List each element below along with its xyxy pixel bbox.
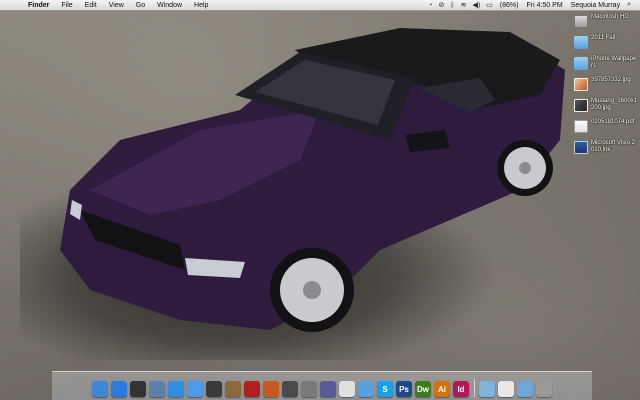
dreamweaver-icon[interactable]: Dw [415, 381, 431, 397]
desktop-item-2011-fall[interactable]: 2011 Fall [572, 35, 638, 54]
image-file-icon [574, 99, 588, 112]
desktop-item-label: Mustang_1600x1200.jpg [591, 98, 638, 111]
applications-folder-icon[interactable] [479, 381, 495, 397]
volume-icon[interactable]: ◀) [469, 1, 483, 9]
sync-icon[interactable]: ⊘ [435, 1, 447, 9]
skype-icon[interactable]: S [377, 381, 393, 397]
desktop-item-mustang-jpg[interactable]: Mustang_1600x1200.jpg [572, 98, 638, 117]
dock-separator [473, 379, 475, 397]
address-book-icon[interactable] [225, 381, 241, 397]
trash-icon[interactable] [536, 381, 552, 397]
desktop-wallpaper [0, 0, 640, 400]
desktop-item-macintosh-hd[interactable]: Macintosh HD [572, 14, 638, 33]
menu-go[interactable]: Go [130, 0, 151, 11]
battery-icon[interactable]: ▭ [483, 1, 496, 9]
visio-shortcut-icon [574, 141, 588, 154]
illustrator-icon[interactable]: Ai [434, 381, 450, 397]
photoshop-brush-icon[interactable] [320, 381, 336, 397]
itunes-icon[interactable] [358, 381, 374, 397]
pdf-file-icon [574, 120, 588, 133]
app-store-icon[interactable] [111, 381, 127, 397]
menu-clock[interactable]: Fri 4:50 PM [522, 2, 566, 9]
menu-edit[interactable]: Edit [79, 0, 103, 11]
desktop-item-label: 0205181074.pdf [591, 119, 635, 125]
search-icon[interactable]: ⌕ [624, 1, 634, 9]
hard-drive-icon [574, 15, 588, 28]
bluetooth-icon[interactable]: ᛒ [447, 2, 457, 9]
facetime-icon[interactable] [206, 381, 222, 397]
battery-percent: (86%) [499, 1, 519, 9]
desktop-icons: Macintosh HD 2011 Fall iPhone Wallpapers… [572, 14, 638, 161]
user-name[interactable]: Sequoia Murray [567, 2, 624, 9]
preview-icon[interactable] [149, 381, 165, 397]
folder-icon [574, 57, 588, 70]
time-machine-icon[interactable] [301, 381, 317, 397]
menu-window[interactable]: Window [151, 0, 188, 11]
photoshop-icon[interactable]: Ps [396, 381, 412, 397]
dock: S Ps Dw Ai Id [52, 371, 592, 400]
desktop-item-label: Macintosh HD [591, 14, 629, 20]
finder-icon[interactable] [92, 381, 108, 397]
menu-bar: Finder File Edit View Go Window Help ◔ ⊘… [0, 0, 640, 11]
garageband-icon[interactable] [282, 381, 298, 397]
timer-icon[interactable]: ◔ [425, 2, 435, 9]
desktop-item-pdf[interactable]: 0205181074.pdf [572, 119, 638, 138]
desktop-item-label: 397857332.jpg [591, 77, 631, 83]
iphoto-icon[interactable] [263, 381, 279, 397]
desktop-item-visio-link[interactable]: Microsoft Visio 2010.lnk [572, 140, 638, 159]
desktop-item-iphone-wallpapers[interactable]: iPhone Wallpapers [572, 56, 638, 75]
folder-icon [574, 36, 588, 49]
indesign-icon[interactable]: Id [453, 381, 469, 397]
desktop-item-label: iPhone Wallpapers [591, 56, 637, 69]
safari-icon[interactable] [168, 381, 184, 397]
chrome-icon[interactable] [339, 381, 355, 397]
dashboard-icon[interactable] [130, 381, 146, 397]
downloads-folder-icon[interactable] [517, 381, 533, 397]
desktop-item-jpg-file[interactable]: 397857332.jpg [572, 77, 638, 96]
menu-finder[interactable]: Finder [22, 0, 55, 11]
desktop-item-label: 2011 Fall [591, 35, 616, 41]
image-file-icon [574, 78, 588, 91]
ichat-icon[interactable] [187, 381, 203, 397]
documents-stack-icon[interactable] [498, 381, 514, 397]
purple-mustang-convertible-image [60, 28, 565, 332]
wifi-icon[interactable]: ≋ [458, 1, 470, 9]
menu-file[interactable]: File [55, 0, 78, 11]
menu-view[interactable]: View [103, 0, 130, 11]
desktop-item-label: Microsoft Visio 2010.lnk [591, 140, 635, 153]
menu-help[interactable]: Help [188, 0, 214, 11]
photo-booth-icon[interactable] [244, 381, 260, 397]
